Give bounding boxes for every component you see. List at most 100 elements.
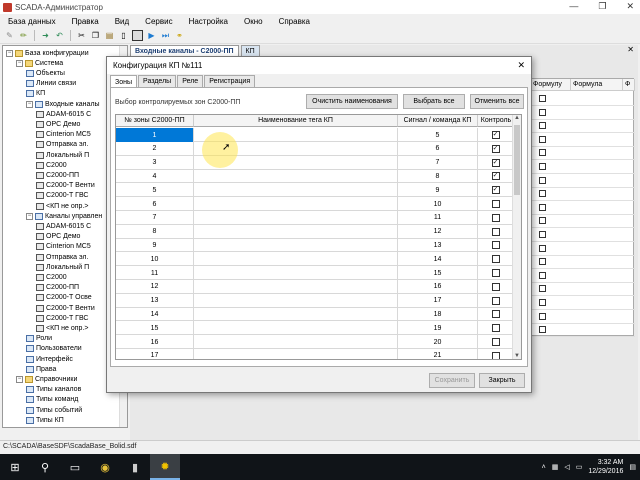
zone-row[interactable]: 1 5 ✓ — [116, 128, 514, 142]
clock[interactable]: 3:32 AM 12/29/2016 — [588, 458, 623, 476]
tree-item[interactable]: С2000 — [36, 272, 67, 282]
zones-grid[interactable]: № зоны С2000-ПП Наименование тега КП Сиг… — [115, 114, 522, 360]
pencil-icon[interactable]: ✏ — [18, 30, 29, 41]
tree-item[interactable]: Локальный П — [36, 150, 89, 160]
zone-number-cell[interactable]: 13 — [116, 293, 194, 308]
tree-item[interactable]: С2000-Т Венти — [36, 303, 95, 313]
tree-item[interactable]: С2000-Т ГВС — [36, 313, 88, 323]
zone-row[interactable]: 5 9 ✓ — [116, 183, 514, 198]
menu-database[interactable]: База данных — [0, 17, 64, 26]
tray-up-icon[interactable]: ˄ — [542, 464, 546, 471]
zone-number-cell[interactable]: 5 — [116, 183, 194, 198]
zone-number-cell[interactable]: 8 — [116, 224, 194, 239]
tree-item[interactable]: − Входные каналы — [26, 99, 100, 109]
tree-item[interactable]: OPC Демо — [36, 232, 80, 242]
signal-cell[interactable]: 13 — [398, 238, 478, 253]
menu-service[interactable]: Сервис — [137, 17, 180, 26]
signal-cell[interactable]: 11 — [398, 210, 478, 225]
signal-cell[interactable]: 16 — [398, 279, 478, 294]
column-header-control[interactable]: Контроль — [478, 115, 515, 127]
search-icon[interactable]: ⚲ — [30, 454, 60, 480]
tag-name-cell[interactable] — [194, 307, 398, 322]
menu-help[interactable]: Справка — [271, 17, 318, 26]
wand-icon[interactable]: ✎ — [4, 30, 15, 41]
tag-name-cell[interactable] — [194, 210, 398, 225]
control-checkbox[interactable]: ✓ — [491, 158, 500, 167]
expand-toggle[interactable]: − — [16, 375, 23, 383]
play-icon[interactable]: ▶ — [146, 30, 157, 41]
zone-row[interactable]: 11 15 — [116, 266, 514, 280]
tab-registration[interactable]: Регистрация — [204, 75, 256, 87]
tree-item[interactable]: Отправка эл. — [36, 252, 88, 262]
tree-item[interactable]: С2000 — [36, 160, 67, 170]
zone-number-cell[interactable]: 9 — [116, 238, 194, 253]
control-checkbox[interactable] — [491, 282, 500, 291]
column-header-tag-name[interactable]: Наименование тега КП — [194, 115, 398, 127]
dialog-close-button[interactable]: ✕ — [517, 60, 525, 71]
tree-item[interactable]: Cinterion MC5 — [36, 130, 91, 140]
zone-row[interactable]: 9 13 — [116, 238, 514, 253]
tree-item[interactable]: Пользователи — [26, 344, 82, 354]
menu-window[interactable]: Окно — [236, 17, 271, 26]
app-icon[interactable]: ▮ — [120, 454, 150, 480]
tree-item[interactable]: − Справочники — [16, 374, 77, 384]
zone-number-cell[interactable]: 16 — [116, 335, 194, 349]
tree-item[interactable]: ADAM-6015 C — [36, 221, 91, 231]
paste-icon[interactable]: ▤ — [104, 30, 115, 41]
zone-row[interactable]: 6 10 — [116, 197, 514, 211]
tree-item[interactable]: Интерфейс — [26, 354, 73, 364]
clear-names-button[interactable]: Очистить наименования — [306, 94, 398, 109]
windows-icon[interactable]: ⊞ — [0, 454, 30, 480]
zone-number-cell[interactable]: 11 — [116, 266, 194, 280]
zone-number-cell[interactable]: 7 — [116, 210, 194, 225]
task-view-icon[interactable]: ▭ — [60, 454, 90, 480]
zone-number-cell[interactable]: 10 — [116, 252, 194, 267]
zone-row[interactable]: 4 8 ✓ — [116, 169, 514, 184]
zone-row[interactable]: 3 7 ✓ — [116, 155, 514, 170]
expand-toggle[interactable]: − — [26, 212, 33, 220]
zone-row[interactable]: 15 19 — [116, 321, 514, 336]
signal-cell[interactable]: 7 — [398, 155, 478, 170]
tag-name-cell[interactable] — [194, 321, 398, 336]
tree-item[interactable]: Объекты — [26, 68, 65, 78]
zone-number-cell[interactable]: 1 — [116, 128, 194, 142]
control-checkbox[interactable] — [491, 269, 500, 277]
tree-item[interactable]: Отправка эл. — [36, 140, 88, 150]
zone-number-cell[interactable]: 17 — [116, 348, 194, 359]
signal-cell[interactable]: 6 — [398, 141, 478, 156]
cut-icon[interactable]: ✂ — [76, 30, 87, 41]
signal-cell[interactable]: 18 — [398, 307, 478, 322]
window-icon[interactable] — [132, 30, 143, 41]
zone-row[interactable]: 8 12 — [116, 224, 514, 239]
control-checkbox[interactable] — [491, 338, 500, 346]
tree-item[interactable]: Роли — [26, 334, 52, 344]
tree-item[interactable]: Права — [26, 364, 56, 374]
tree-item[interactable]: Типы событий — [26, 405, 82, 415]
tree-item[interactable]: С2000-Т Венти — [36, 181, 95, 191]
zone-number-cell[interactable]: 3 — [116, 155, 194, 170]
tag-name-cell[interactable] — [194, 169, 398, 184]
zone-row[interactable]: 17 21 — [116, 348, 514, 359]
tree-item[interactable]: <КП не опр.> — [36, 323, 88, 333]
tree-item[interactable]: ADAM-6015 C — [36, 109, 91, 119]
signal-cell[interactable]: 20 — [398, 335, 478, 349]
signal-cell[interactable]: 14 — [398, 252, 478, 267]
control-checkbox[interactable] — [491, 324, 500, 333]
zone-number-cell[interactable]: 4 — [116, 169, 194, 184]
volume-icon[interactable]: ◁ — [564, 463, 569, 471]
control-checkbox[interactable] — [491, 241, 500, 250]
zone-row[interactable]: 2 6 ✓ — [116, 141, 514, 156]
tag-name-cell[interactable] — [194, 183, 398, 198]
save-button[interactable]: Сохранить — [429, 373, 475, 388]
tag-name-cell[interactable] — [194, 197, 398, 211]
control-checkbox[interactable] — [491, 213, 500, 222]
zone-row[interactable]: 16 20 — [116, 335, 514, 349]
tag-name-cell[interactable] — [194, 224, 398, 239]
tree-item[interactable]: − База конфигурации — [6, 48, 89, 58]
control-checkbox[interactable]: ✓ — [491, 172, 500, 181]
menu-view[interactable]: Вид — [107, 17, 137, 26]
zone-row[interactable]: 14 18 — [116, 307, 514, 322]
tag-name-cell[interactable] — [194, 293, 398, 308]
tree-item[interactable]: С2000-Т ГВС — [36, 191, 88, 201]
tree-item[interactable]: <КП не опр.> — [36, 201, 88, 211]
